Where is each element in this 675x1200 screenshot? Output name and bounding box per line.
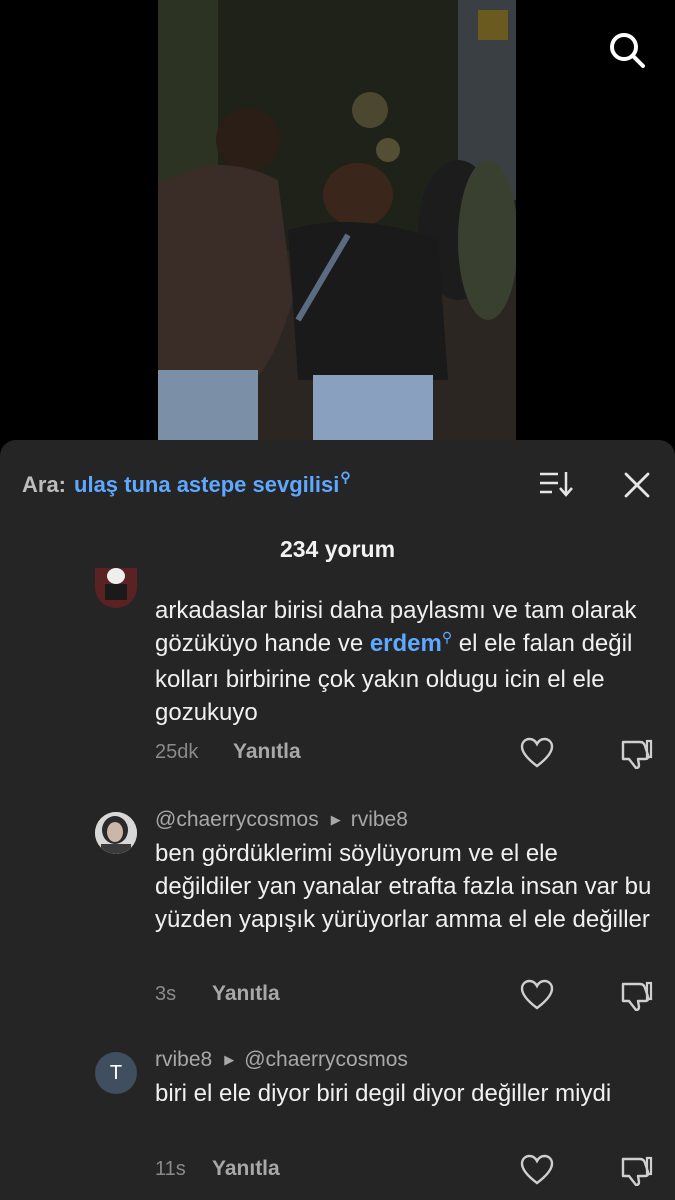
- comment-meta: rvibe8 ▶ @chaerrycosmos: [155, 1048, 408, 1072]
- comment-actions: 3s Yanıtla: [155, 979, 655, 1013]
- comment-actions: 25dk Yanıtla: [155, 737, 655, 771]
- dislike-icon[interactable]: [620, 737, 654, 770]
- search-icon[interactable]: [607, 30, 647, 70]
- comment-meta: @chaerrycosmos ▶ rvibe8: [155, 808, 408, 832]
- comment-text: arkadaslar birisi daha paylasmı ve tam o…: [155, 594, 660, 729]
- search-query[interactable]: ulaş tuna astepe sevgilisi: [74, 472, 339, 498]
- comments-sheet: Ara: ulaş tuna astepe sevgilisi ⚲ 234 yo…: [0, 440, 675, 1200]
- reply-button[interactable]: Yanıtla: [212, 982, 280, 1006]
- sort-icon[interactable]: [538, 468, 574, 500]
- comment-text: biri el ele diyor biri degil diyor değil…: [155, 1080, 612, 1107]
- related-search-link[interactable]: Ara: ulaş tuna astepe sevgilisi ⚲: [22, 468, 351, 500]
- reply-to-user[interactable]: rvibe8: [351, 808, 408, 832]
- dislike-icon[interactable]: [620, 1154, 654, 1187]
- heart-icon[interactable]: [520, 737, 554, 769]
- reply-to-user[interactable]: @chaerrycosmos: [244, 1048, 408, 1072]
- avatar[interactable]: [95, 568, 137, 608]
- comment-time: 25dk: [155, 741, 199, 763]
- comment-actions: 11s Yanıtla: [155, 1154, 655, 1188]
- comment-text: ben gördüklerimi söylüyorum ve el ele de…: [155, 840, 652, 933]
- comment-time: 3s: [155, 983, 177, 1005]
- search-prefix: Ara:: [22, 472, 67, 497]
- comment-author[interactable]: rvibe8: [155, 1048, 212, 1072]
- search-icon: ⚲: [441, 629, 453, 645]
- comment-count: 234 yorum: [279, 536, 396, 562]
- dislike-icon[interactable]: [620, 979, 654, 1012]
- comment-author[interactable]: @chaerrycosmos: [155, 808, 319, 832]
- heart-icon[interactable]: [520, 1154, 554, 1186]
- search-keyword-link[interactable]: erdem: [370, 630, 442, 657]
- reply-button[interactable]: Yanıtla: [212, 1157, 280, 1181]
- reply-arrow-icon: ▶: [224, 1052, 235, 1067]
- reply-arrow-icon: ▶: [330, 812, 341, 827]
- close-icon[interactable]: [620, 468, 654, 502]
- reply-button[interactable]: Yanıtla: [233, 740, 301, 764]
- heart-icon[interactable]: [520, 979, 554, 1011]
- video-frame-illustration: [158, 0, 516, 440]
- video-player[interactable]: [158, 0, 516, 440]
- comment-time: 11s: [155, 1158, 186, 1180]
- avatar[interactable]: [95, 812, 137, 854]
- avatar[interactable]: T: [95, 1052, 137, 1094]
- search-icon: ⚲: [340, 468, 351, 485]
